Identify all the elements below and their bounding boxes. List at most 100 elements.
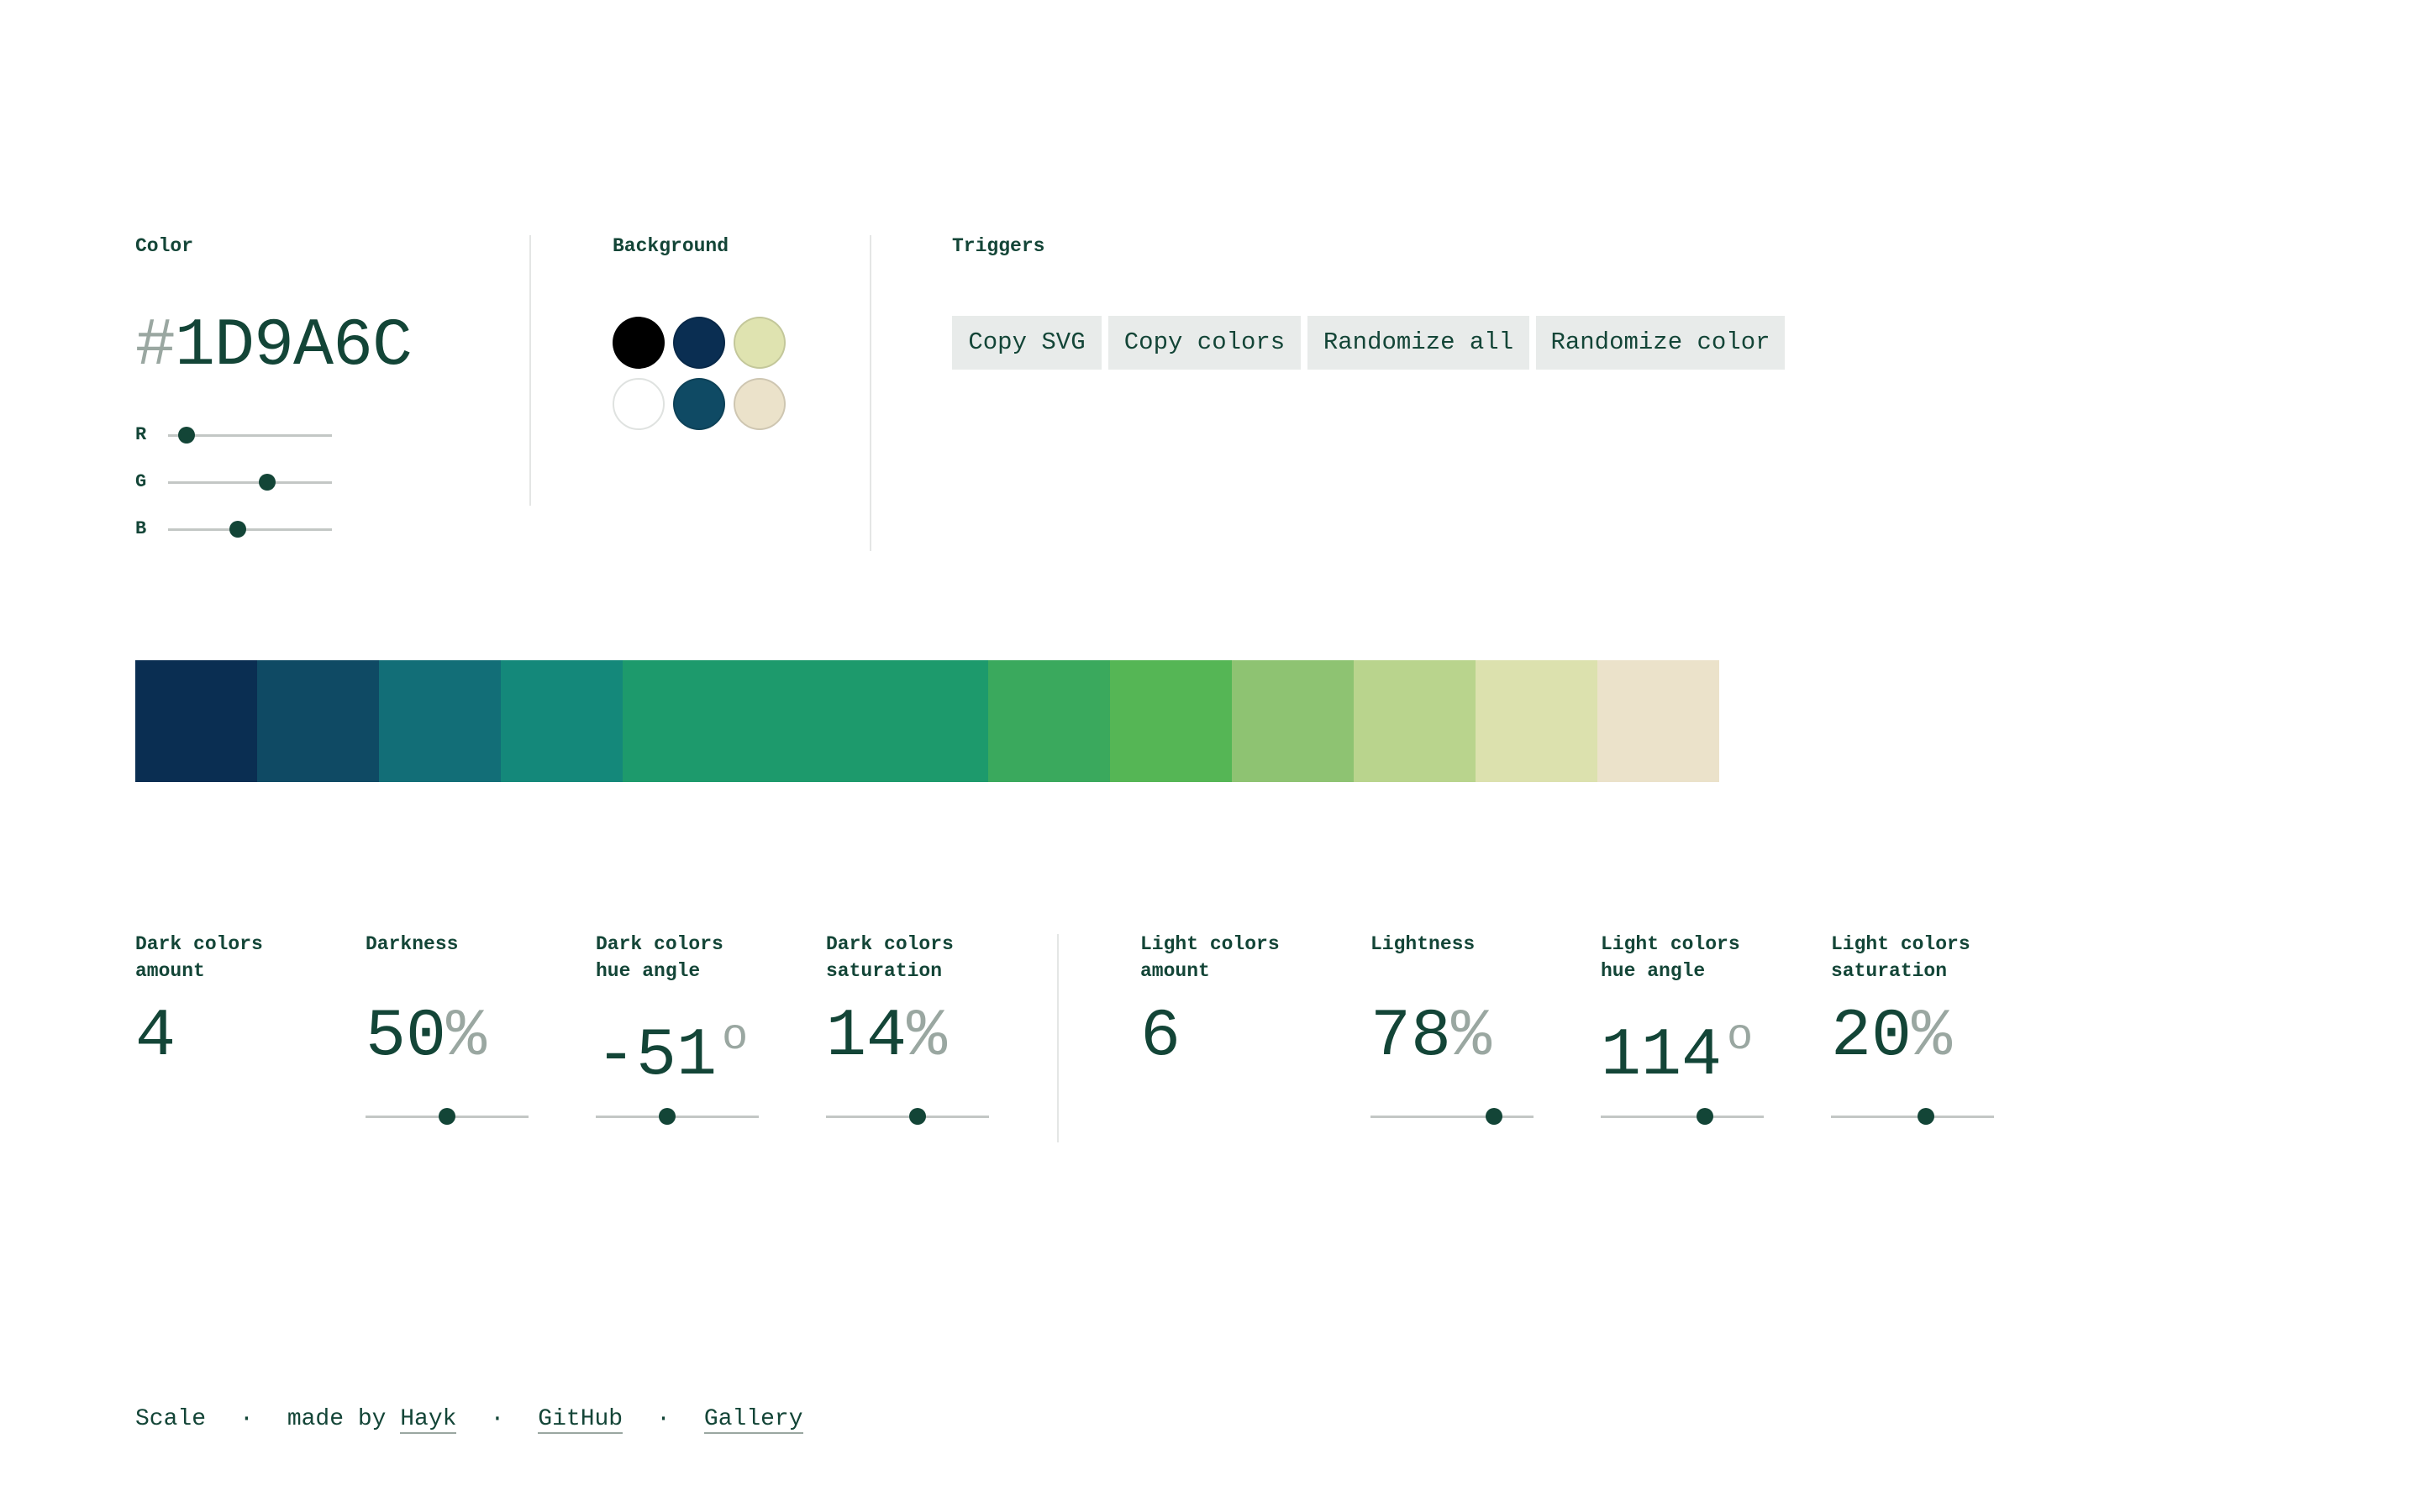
- light-hue-number: 114: [1601, 1018, 1723, 1095]
- hex-code[interactable]: 1D9A6C: [175, 308, 413, 385]
- background-swatch-cream[interactable]: [734, 378, 786, 430]
- slider-thumb[interactable]: [908, 1108, 926, 1125]
- scale-color-8[interactable]: [1110, 660, 1232, 782]
- randomize-color-button[interactable]: Randomize color: [1536, 316, 1785, 370]
- dark-hue-number: -51: [596, 1018, 718, 1095]
- dark-amount-value[interactable]: 4: [135, 1000, 176, 1075]
- r-channel-slider[interactable]: [168, 423, 332, 448]
- scale-color-5[interactable]: [744, 660, 866, 782]
- gallery-link[interactable]: Gallery: [703, 1406, 803, 1434]
- slider-track: [168, 481, 332, 484]
- slider-thumb[interactable]: [659, 1108, 676, 1125]
- light-amount-number: 6: [1140, 999, 1181, 1075]
- percent-unit: %: [1451, 999, 1492, 1075]
- scale-color-11[interactable]: [1476, 660, 1597, 782]
- dark-hue-slider[interactable]: [596, 1104, 759, 1129]
- g-channel-slider[interactable]: [168, 470, 332, 495]
- background-swatch-pale-green[interactable]: [734, 317, 786, 369]
- background-swatch-navy[interactable]: [673, 317, 725, 369]
- r-channel-row: R: [135, 423, 337, 448]
- light-hue-slider[interactable]: [1601, 1104, 1764, 1129]
- divider: [529, 235, 531, 506]
- scale-color-12[interactable]: [1597, 660, 1719, 782]
- footer-separator: ·: [656, 1406, 671, 1432]
- light-hue-value[interactable]: 114 o: [1601, 1000, 1753, 1095]
- slider-track: [1831, 1116, 1994, 1118]
- slider-thumb[interactable]: [178, 427, 196, 444]
- slider-track: [596, 1116, 759, 1118]
- scale-color-1[interactable]: [257, 660, 379, 782]
- scale-color-2[interactable]: [379, 660, 501, 782]
- slider-track: [826, 1116, 989, 1118]
- slider-thumb[interactable]: [258, 474, 276, 491]
- darkness-number: 50: [366, 999, 447, 1075]
- dark-amount-label: Dark colors amount: [135, 933, 263, 982]
- hex-value[interactable]: #1D9A6C: [135, 308, 413, 385]
- percent-unit: %: [1912, 999, 1953, 1075]
- light-saturation-slider[interactable]: [1831, 1104, 1994, 1129]
- slider-thumb[interactable]: [439, 1108, 455, 1125]
- r-channel-label: R: [135, 424, 147, 445]
- g-channel-label: G: [135, 471, 147, 492]
- light-saturation-number: 20: [1831, 999, 1912, 1075]
- scale-color-0[interactable]: [135, 660, 257, 782]
- dark-saturation-value[interactable]: 14%: [826, 1000, 947, 1075]
- darkness-slider[interactable]: [366, 1104, 529, 1129]
- dark-saturation-label: Dark colors saturation: [826, 933, 954, 982]
- light-amount-value[interactable]: 6: [1140, 1000, 1181, 1075]
- background-label: Background: [613, 235, 729, 257]
- light-saturation-label: Light colors saturation: [1831, 933, 1970, 982]
- slider-track: [1601, 1116, 1764, 1118]
- b-channel-slider[interactable]: [168, 517, 332, 542]
- percent-unit: %: [446, 999, 487, 1075]
- dark-saturation-number: 14: [826, 999, 908, 1075]
- made-by-text: made by: [287, 1406, 401, 1432]
- slider-track: [1370, 1116, 1534, 1118]
- randomize-all-button[interactable]: Randomize all: [1307, 316, 1529, 370]
- dark-hue-label: Dark colors hue angle: [596, 933, 723, 982]
- light-amount-label: Light colors amount: [1140, 933, 1280, 982]
- color-scale-strip[interactable]: [135, 660, 1719, 782]
- degree-unit: o: [722, 1012, 749, 1062]
- slider-thumb[interactable]: [1917, 1108, 1934, 1125]
- divider: [870, 235, 871, 551]
- light-hue-label: Light colors hue angle: [1601, 933, 1740, 982]
- g-channel-row: G: [135, 470, 337, 495]
- triggers-label: Triggers: [952, 235, 1045, 257]
- slider-thumb[interactable]: [229, 521, 246, 538]
- lightness-label: Lightness: [1370, 933, 1476, 955]
- footer: Scale · made by Hayk · GitHub · Gallery: [135, 1403, 803, 1436]
- dark-saturation-slider[interactable]: [826, 1104, 989, 1129]
- percent-unit: %: [907, 999, 948, 1075]
- background-swatch-teal[interactable]: [673, 378, 725, 430]
- scale-color-7[interactable]: [988, 660, 1110, 782]
- b-channel-row: B: [135, 517, 337, 542]
- background-swatch-white[interactable]: [613, 378, 665, 430]
- b-channel-label: B: [135, 518, 147, 539]
- light-saturation-value[interactable]: 20%: [1831, 1000, 1952, 1075]
- author-link[interactable]: Hayk: [400, 1406, 457, 1434]
- scale-color-10[interactable]: [1354, 660, 1476, 782]
- degree-unit: o: [1727, 1012, 1754, 1062]
- lightness-number: 78: [1370, 999, 1452, 1075]
- dark-hue-value[interactable]: -51 o: [596, 1000, 748, 1095]
- hex-hash: #: [135, 308, 176, 385]
- app-name: Scale: [135, 1406, 207, 1432]
- github-link[interactable]: GitHub: [538, 1406, 623, 1434]
- copy-svg-button[interactable]: Copy SVG: [952, 316, 1102, 370]
- slider-thumb[interactable]: [1486, 1108, 1503, 1125]
- dark-amount-number: 4: [135, 999, 176, 1075]
- divider: [1057, 934, 1059, 1142]
- copy-colors-button[interactable]: Copy colors: [1108, 316, 1301, 370]
- lightness-slider[interactable]: [1370, 1104, 1534, 1129]
- scale-color-6[interactable]: [866, 660, 988, 782]
- background-swatch-black[interactable]: [613, 317, 665, 369]
- footer-separator: ·: [239, 1406, 254, 1432]
- slider-thumb[interactable]: [1697, 1108, 1714, 1125]
- scale-color-9[interactable]: [1232, 660, 1354, 782]
- darkness-value[interactable]: 50%: [366, 1000, 487, 1075]
- color-label: Color: [135, 235, 194, 257]
- scale-color-4[interactable]: [623, 660, 744, 782]
- lightness-value[interactable]: 78%: [1370, 1000, 1491, 1075]
- scale-color-3[interactable]: [501, 660, 623, 782]
